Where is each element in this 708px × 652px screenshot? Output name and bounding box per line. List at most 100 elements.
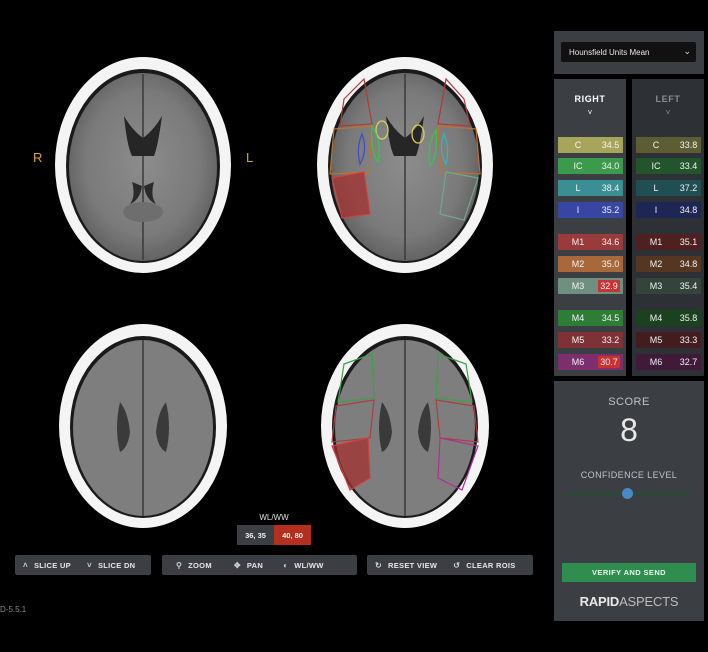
region-value: 30.7 <box>598 356 620 368</box>
right-column-header[interactable]: RIGHT <box>554 94 626 104</box>
brand-logo: RAPIDASPECTS <box>554 594 704 609</box>
scan-top-right[interactable] <box>314 54 496 276</box>
pan-label: PAN <box>246 560 264 570</box>
region-cell-right-m4[interactable]: M4 34.5 <box>558 310 623 326</box>
refresh-icon: ↻ <box>375 560 383 570</box>
clear-rois-label: CLEAR ROIS <box>466 560 516 570</box>
region-value: 33.3 <box>679 335 698 345</box>
wl-preset-a[interactable]: 36, 35 <box>237 525 274 545</box>
region-label: L <box>653 183 659 193</box>
region-cell-left-m5[interactable]: M5 33.3 <box>636 332 701 348</box>
measure-select[interactable]: Hounsfield Units Mean ⌄ <box>561 42 696 62</box>
contrast-icon: ◐ <box>283 560 289 570</box>
region-label: M5 <box>649 335 663 345</box>
region-value: 34.6 <box>601 237 620 247</box>
region-value: 35.0 <box>601 259 620 269</box>
brand-part1: RAPID <box>579 594 620 609</box>
left-column-header[interactable]: LEFT <box>632 94 704 104</box>
roi-toolbar: ↻ RESET VIEW ↺ CLEAR ROIS <box>367 555 533 575</box>
wlww-button[interactable]: ◐ WL/WW <box>271 555 332 575</box>
chevron-down-icon: ˅ <box>86 560 92 570</box>
region-cell-right-m6[interactable]: M6 30.7 <box>558 354 623 370</box>
region-value: 32.9 <box>598 280 620 292</box>
region-value: 32.7 <box>679 357 698 367</box>
wl-preset-b[interactable]: 40, 80 <box>274 525 311 545</box>
slice-dn-button[interactable]: ˅ SLICE DN <box>79 555 143 575</box>
region-label: M3 <box>571 281 585 291</box>
region-cell-left-m1[interactable]: M1 35.1 <box>636 234 701 250</box>
region-cell-left-m4[interactable]: M4 35.8 <box>636 310 701 326</box>
undo-icon: ↺ <box>453 560 461 570</box>
scan-bottom-left[interactable] <box>52 322 234 530</box>
region-label: IC <box>573 161 583 171</box>
region-value: 38.4 <box>601 183 620 193</box>
zoom-label: ZOOM <box>188 560 212 570</box>
region-cell-left-m3[interactable]: M3 35.4 <box>636 278 701 294</box>
slice-up-button[interactable]: ˄ SLICE UP <box>15 555 79 575</box>
region-cell-left-ic[interactable]: IC 33.4 <box>636 158 701 174</box>
verify-and-send-button[interactable]: VERIFY AND SEND <box>562 563 696 582</box>
region-cell-left-c[interactable]: C 33.8 <box>636 137 701 153</box>
region-label: M4 <box>571 313 585 323</box>
move-icon: ✥ <box>233 560 241 570</box>
zoom-button[interactable]: ⚲ ZOOM <box>162 555 220 575</box>
slice-up-label: SLICE UP <box>33 560 71 570</box>
region-cell-left-m2[interactable]: M2 34.8 <box>636 256 701 272</box>
region-label: M5 <box>571 335 585 345</box>
score-value: 8 <box>620 412 638 448</box>
clear-rois-button[interactable]: ↺ CLEAR ROIS <box>445 555 523 575</box>
pan-button[interactable]: ✥ PAN <box>220 555 271 575</box>
region-value: 34.8 <box>679 205 698 215</box>
region-value: 33.2 <box>601 335 620 345</box>
region-value: 35.2 <box>601 205 620 215</box>
reset-view-button[interactable]: ↻ RESET VIEW <box>367 555 445 575</box>
region-label: I <box>576 205 580 215</box>
region-value: 37.2 <box>679 183 698 193</box>
region-value: 33.4 <box>679 161 698 171</box>
chevron-down-icon: ˅ <box>665 108 671 117</box>
chevron-down-icon: ⌄ <box>683 46 691 56</box>
region-label: M6 <box>649 357 663 367</box>
slice-toolbar: ˄ SLICE UP ˅ SLICE DN <box>15 555 151 575</box>
confidence-slider-thumb[interactable] <box>622 488 633 499</box>
region-value: 34.8 <box>679 259 698 269</box>
chevron-down-icon: ˅ <box>587 108 593 117</box>
region-label: I <box>654 205 658 215</box>
region-cell-left-m6[interactable]: M6 32.7 <box>636 354 701 370</box>
region-label: M2 <box>571 259 585 269</box>
region-label: C <box>574 140 582 150</box>
region-label: C <box>652 140 660 150</box>
region-cell-right-m5[interactable]: M5 33.2 <box>558 332 623 348</box>
chevron-up-icon: ˄ <box>23 560 28 570</box>
region-label: IC <box>651 161 661 171</box>
view-toolbar: ⚲ ZOOM ✥ PAN ◐ WL/WW <box>162 555 357 575</box>
region-value: 35.1 <box>679 237 698 247</box>
region-label: M3 <box>649 281 663 291</box>
region-value: 35.4 <box>679 281 698 291</box>
confidence-title: CONFIDENCE LEVEL <box>580 470 678 480</box>
wlww-title: WL/WW <box>259 513 289 522</box>
region-cell-right-c[interactable]: C 34.5 <box>558 137 623 153</box>
region-cell-right-m2[interactable]: M2 35.0 <box>558 256 623 272</box>
region-label: L <box>575 183 581 193</box>
right-side-marker: R <box>33 150 43 165</box>
scan-top-left[interactable] <box>52 54 234 276</box>
region-label: M2 <box>649 259 663 269</box>
region-cell-left-i[interactable]: I 34.8 <box>636 202 701 218</box>
region-label: M1 <box>571 237 585 247</box>
search-icon: ⚲ <box>176 560 183 570</box>
region-cell-right-i[interactable]: I 35.2 <box>558 202 623 218</box>
scan-bottom-right[interactable] <box>314 322 496 530</box>
score-title: SCORE <box>608 396 650 408</box>
region-cell-right-ic[interactable]: IC 34.0 <box>558 158 623 174</box>
reset-view-label: RESET VIEW <box>388 560 438 570</box>
region-cell-left-l[interactable]: L 37.2 <box>636 180 701 196</box>
region-value: 34.5 <box>601 140 620 150</box>
region-value: 35.8 <box>679 313 698 323</box>
region-cell-right-m1[interactable]: M1 34.6 <box>558 234 623 250</box>
wlww-label: WL/WW <box>294 560 324 570</box>
region-cell-right-m3[interactable]: M3 32.9 <box>558 278 623 294</box>
region-cell-right-l[interactable]: L 38.4 <box>558 180 623 196</box>
region-value: 33.8 <box>679 140 698 150</box>
region-label: M6 <box>571 357 585 367</box>
